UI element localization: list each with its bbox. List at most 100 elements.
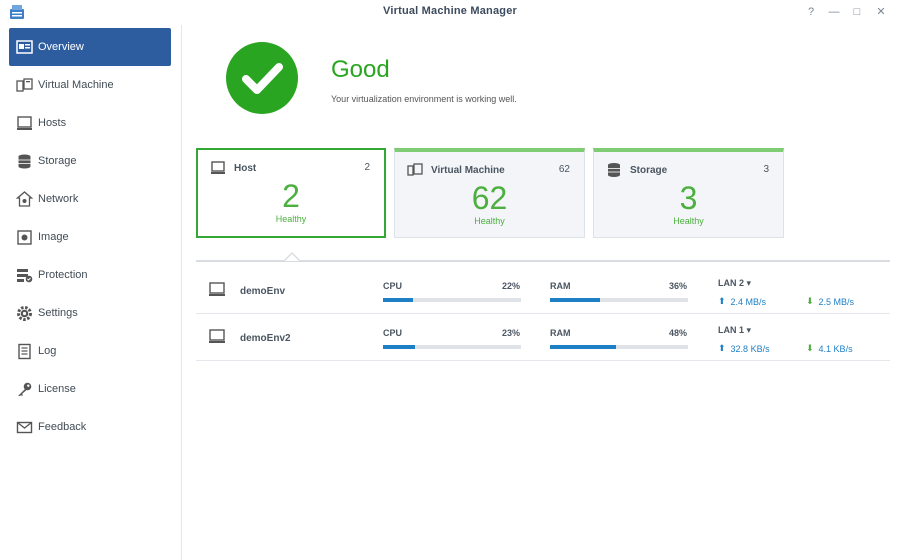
card-header: Host (210, 160, 256, 176)
hosts-icon (15, 114, 33, 132)
host-row[interactable]: demoEnv CPU 22% RAM 36% LAN 2 ▾ ⬆ 2.4 MB/… (196, 268, 890, 314)
sidebar-item-storage[interactable]: Storage (9, 142, 171, 180)
sidebar-item-label: Storage (38, 155, 77, 167)
upload-value: 32.8 KB/s (730, 343, 770, 354)
sidebar-item-settings[interactable]: Settings (9, 294, 171, 332)
download-rate: ⬇ 4.1 KB/s (806, 343, 853, 354)
download-rate: ⬇ 2.5 MB/s (806, 296, 854, 307)
sidebar-item-label: Log (38, 345, 57, 357)
sidebar-item-protection[interactable]: Protection (9, 256, 171, 294)
card-count: 3 (763, 164, 769, 175)
title-bar: Virtual Machine Manager ? — □ ✕ (0, 0, 900, 25)
download-value: 4.1 KB/s (818, 343, 853, 354)
card-count: 2 (364, 162, 370, 173)
maximize-icon[interactable]: □ (849, 4, 865, 20)
sidebar-item-label: License (38, 383, 76, 395)
card-health: Healthy (474, 216, 505, 226)
card-big-number: 2 (282, 178, 300, 214)
cpu-bar (383, 345, 521, 349)
card-header: Virtual Machine (407, 162, 505, 178)
log-icon (15, 342, 33, 360)
card-title: Host (234, 162, 257, 174)
lan-select[interactable]: LAN 2 ▾ (718, 278, 751, 289)
cpu-bar-fill (383, 298, 414, 302)
download-arrow-icon: ⬇ (806, 296, 814, 306)
protection-icon (15, 266, 33, 284)
ram-label: RAM (550, 281, 571, 291)
status-message: Your virtualization environment is worki… (331, 94, 517, 104)
virtual-machine-card[interactable]: Virtual Machine 62 62 Healthy (394, 148, 585, 238)
storage-icon (606, 162, 630, 178)
card-health: Healthy (275, 214, 307, 224)
card-count: 62 (558, 164, 570, 175)
sidebar-item-label: Protection (38, 269, 88, 281)
minimize-icon[interactable]: — (826, 4, 842, 20)
cpu-value: 22% (501, 281, 520, 291)
close-icon[interactable]: ✕ (873, 4, 889, 20)
host-icon (208, 329, 226, 345)
sidebar-item-feedback[interactable]: Feedback (9, 408, 171, 446)
settings-icon (15, 304, 33, 322)
upload-rate: ⬆ 32.8 KB/s (718, 343, 770, 354)
sidebar-item-virtual-machine[interactable]: Virtual Machine (9, 66, 171, 104)
help-icon[interactable]: ? (803, 4, 819, 20)
ram-bar-fill (550, 298, 600, 302)
sidebar-item-license[interactable]: License (9, 370, 171, 408)
cpu-label: CPU (383, 328, 403, 338)
sidebar-item-label: Virtual Machine (38, 79, 114, 91)
upload-arrow-icon: ⬆ (718, 296, 726, 306)
upload-value: 2.4 MB/s (730, 296, 767, 307)
ram-label: RAM (550, 328, 571, 338)
lan-select[interactable]: LAN 1 ▾ (718, 325, 751, 336)
status-good-icon (226, 42, 298, 114)
ram-bar (550, 345, 688, 349)
sidebar-item-label: Settings (38, 307, 78, 319)
virtual-machine-icon (15, 76, 33, 94)
card-big-number: 3 (679, 180, 698, 216)
sidebar-item-image[interactable]: Image (9, 218, 171, 256)
selection-pointer-inner (285, 254, 299, 261)
image-icon (15, 228, 33, 246)
virtual-machine-icon (407, 162, 431, 178)
host-row[interactable]: demoEnv2 CPU 23% RAM 48% LAN 1 ▾ ⬆ 32.8 K… (196, 315, 890, 361)
card-big-number: 62 (471, 180, 508, 216)
host-name: demoEnv2 (240, 333, 291, 344)
card-title: Virtual Machine (431, 164, 505, 176)
storage-card[interactable]: Storage 3 3 Healthy (593, 148, 784, 238)
lan-label: LAN 2 (718, 278, 745, 288)
host-name: demoEnv (240, 286, 286, 297)
status-title: Good (331, 56, 390, 83)
cpu-bar (383, 298, 521, 302)
upload-rate: ⬆ 2.4 MB/s (718, 296, 766, 307)
card-health: Healthy (673, 216, 704, 226)
overview-icon (15, 38, 33, 56)
network-icon (15, 190, 33, 208)
sidebar-item-label: Network (38, 193, 79, 205)
card-header: Storage (606, 162, 667, 178)
sidebar-item-hosts[interactable]: Hosts (9, 104, 171, 142)
sidebar-item-label: Feedback (38, 421, 87, 433)
sidebar-item-label: Image (38, 231, 69, 243)
cpu-label: CPU (383, 281, 403, 291)
sidebar-item-overview[interactable]: Overview (9, 28, 171, 66)
lan-label: LAN 1 (718, 325, 745, 335)
sidebar-item-log[interactable]: Log (9, 332, 171, 370)
sidebar-item-network[interactable]: Network (9, 180, 171, 218)
host-icon (208, 282, 226, 298)
upload-arrow-icon: ⬆ (718, 343, 726, 353)
ram-bar (550, 298, 688, 302)
host-card[interactable]: Host 2 2 Healthy (196, 148, 386, 238)
ram-bar-fill (550, 345, 617, 349)
storage-icon (15, 152, 33, 170)
chevron-down-icon: ▾ (746, 325, 752, 335)
ram-value: 36% (668, 281, 687, 291)
license-icon (15, 380, 33, 398)
host-icon (210, 160, 234, 176)
window-title: Virtual Machine Manager (383, 5, 517, 17)
download-value: 2.5 MB/s (818, 296, 855, 307)
card-title: Storage (630, 164, 668, 176)
sidebar: Overview Virtual Machine Hosts Storage N… (0, 25, 182, 560)
cpu-value: 23% (501, 328, 520, 338)
cpu-bar-fill (383, 345, 415, 349)
sidebar-item-label: Overview (38, 41, 84, 53)
